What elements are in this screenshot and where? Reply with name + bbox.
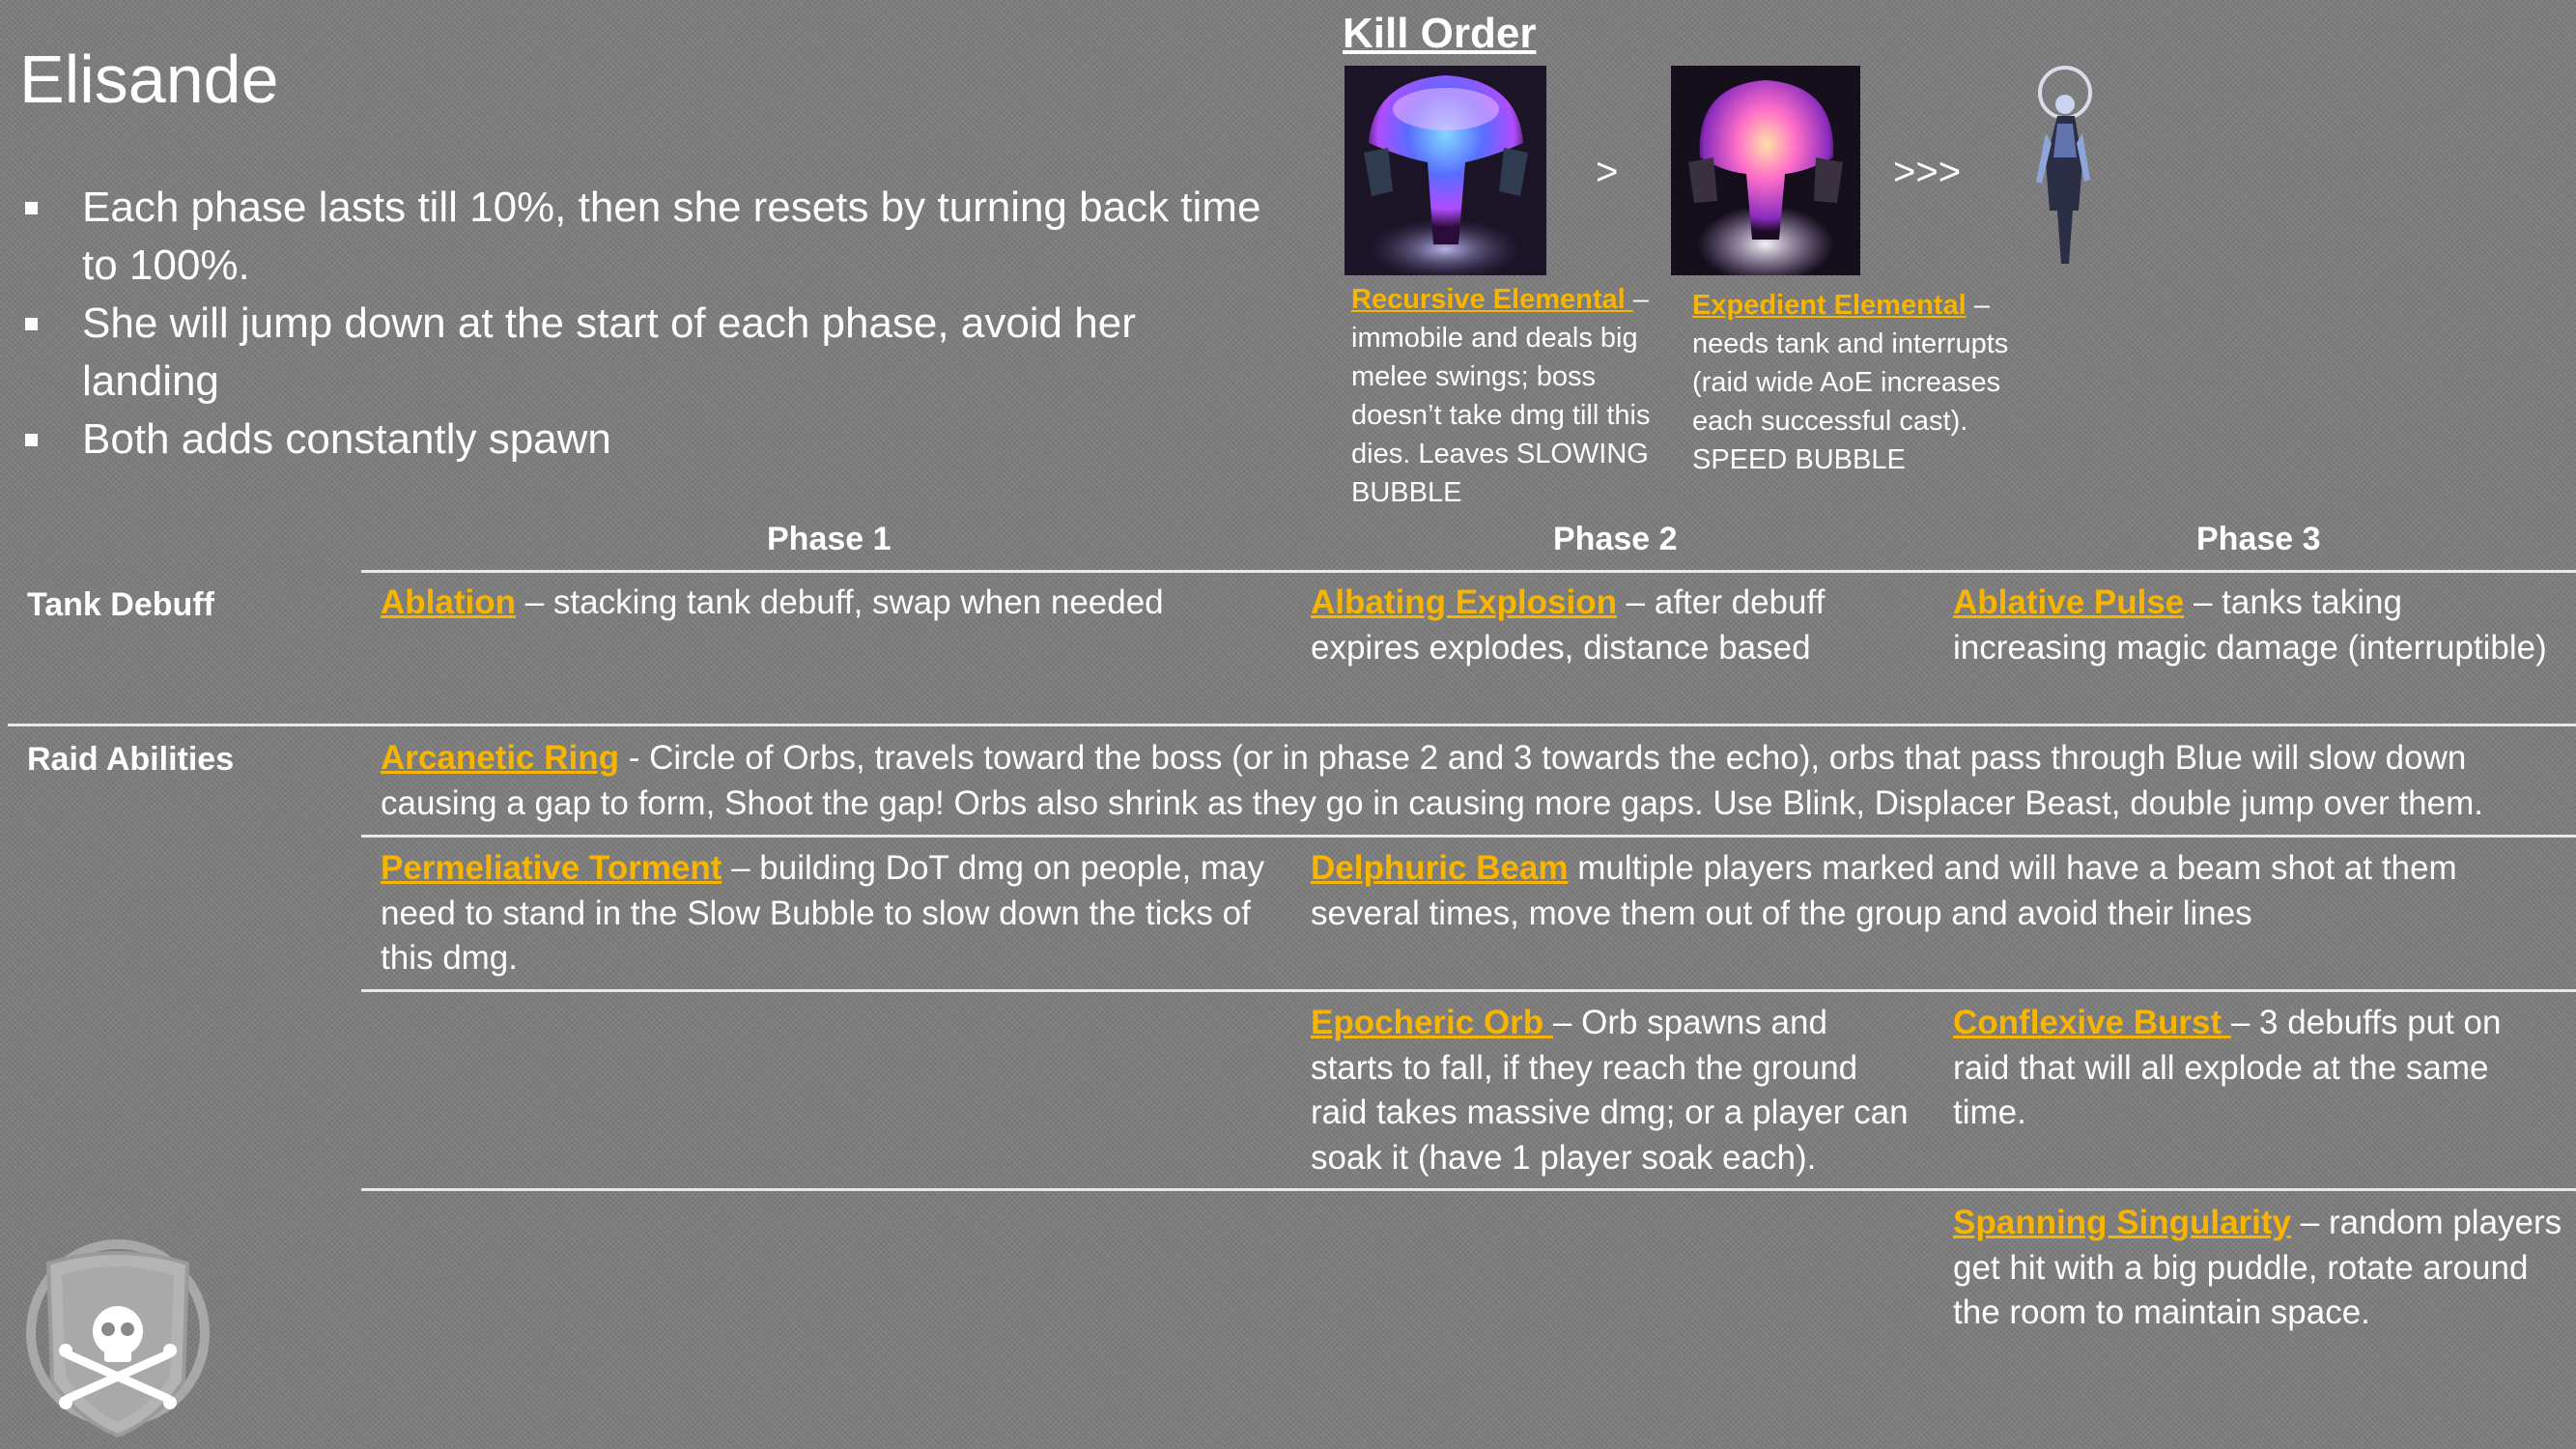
table-divider: [361, 835, 2576, 838]
arcanetic-ring-cell: Arcanetic Ring - Circle of Orbs, travels…: [381, 736, 2563, 826]
tank-debuff-label: Tank Debuff: [27, 586, 214, 623]
ability-name: Conflexive Burst: [1953, 1004, 2231, 1041]
bullet-square-icon: [25, 202, 38, 214]
phase-3-header: Phase 3: [2196, 521, 2321, 557]
bullet-list: Each phase lasts till 10%, then she rese…: [21, 179, 1277, 469]
phase-2-header: Phase 2: [1553, 521, 1678, 557]
kill-order-title: Kill Order: [1343, 10, 1537, 57]
table-divider: [361, 1188, 2576, 1191]
bullet-square-icon: [25, 434, 38, 446]
bullet-item: She will jump down at the start of each …: [21, 295, 1277, 411]
kill-order-separator: >>>: [1893, 151, 1962, 193]
ability-text: – stacking tank debuff, swap when needed: [515, 583, 1164, 621]
ability-name: Permeliative Torment: [381, 849, 722, 887]
phase-1-header: Phase 1: [767, 521, 892, 557]
bullet-text: Each phase lasts till 10%, then she rese…: [82, 184, 1261, 289]
expedient-elemental-description: Expedient Elemental – needs tank and int…: [1692, 286, 2011, 479]
ability-name: Ablation: [381, 583, 516, 621]
kill-order-separator: >: [1596, 151, 1619, 193]
bullet-square-icon: [25, 318, 38, 330]
ablation-cell: Ablation – stacking tank debuff, swap wh…: [381, 581, 1279, 626]
albating-explosion-cell: Albating Explosion – after debuff expire…: [1311, 581, 1890, 670]
bullet-text: Both adds constantly spawn: [82, 415, 611, 463]
ability-name: Recursive Elemental: [1351, 284, 1633, 315]
recursive-elemental-description: Recursive Elemental – immobile and deals…: [1351, 280, 1670, 512]
delphuric-beam-cell: Delphuric Beam multiple players marked a…: [1311, 846, 2528, 936]
bullet-item: Each phase lasts till 10%, then she rese…: [21, 179, 1277, 295]
spanning-singularity-cell: Spanning Singularity – random players ge…: [1953, 1201, 2571, 1336]
ability-name: Ablative Pulse: [1953, 583, 2185, 621]
permeliative-torment-cell: Permeliative Torment – building DoT dmg …: [381, 846, 1288, 981]
ability-name: Arcanetic Ring: [381, 739, 619, 777]
guild-crest-skull-icon: [21, 1236, 214, 1441]
table-divider: [8, 724, 2576, 726]
ability-name: Epocheric Orb: [1311, 1004, 1553, 1041]
table-divider: [361, 989, 2576, 992]
ability-name: Delphuric Beam: [1311, 849, 1569, 887]
epocheric-orb-cell: Epocheric Orb – Orb spawns and starts to…: [1311, 1001, 1919, 1180]
bullet-item: Both adds constantly spawn: [21, 411, 1277, 469]
expedient-elemental-portrait: [1671, 66, 1860, 275]
ability-text: - Circle of Orbs, travels toward the bos…: [381, 739, 2483, 822]
elisande-portrait: [2019, 66, 2096, 275]
ability-text: – immobile and deals big melee swings; b…: [1351, 284, 1651, 508]
ablative-pulse-cell: Ablative Pulse – tanks taking increasing…: [1953, 581, 2562, 670]
ability-name: Albating Explosion: [1311, 583, 1617, 621]
page-title: Elisande: [19, 42, 279, 117]
conflexive-burst-cell: Conflexive Burst – 3 debuffs put on raid…: [1953, 1001, 2562, 1136]
ability-name: Spanning Singularity: [1953, 1204, 2292, 1241]
ability-name: Expedient Elemental: [1692, 290, 1967, 321]
table-divider: [361, 570, 2576, 573]
recursive-elemental-portrait: [1345, 66, 1546, 275]
bullet-text: She will jump down at the start of each …: [82, 299, 1136, 405]
raid-abilities-label: Raid Abilities: [27, 741, 235, 778]
